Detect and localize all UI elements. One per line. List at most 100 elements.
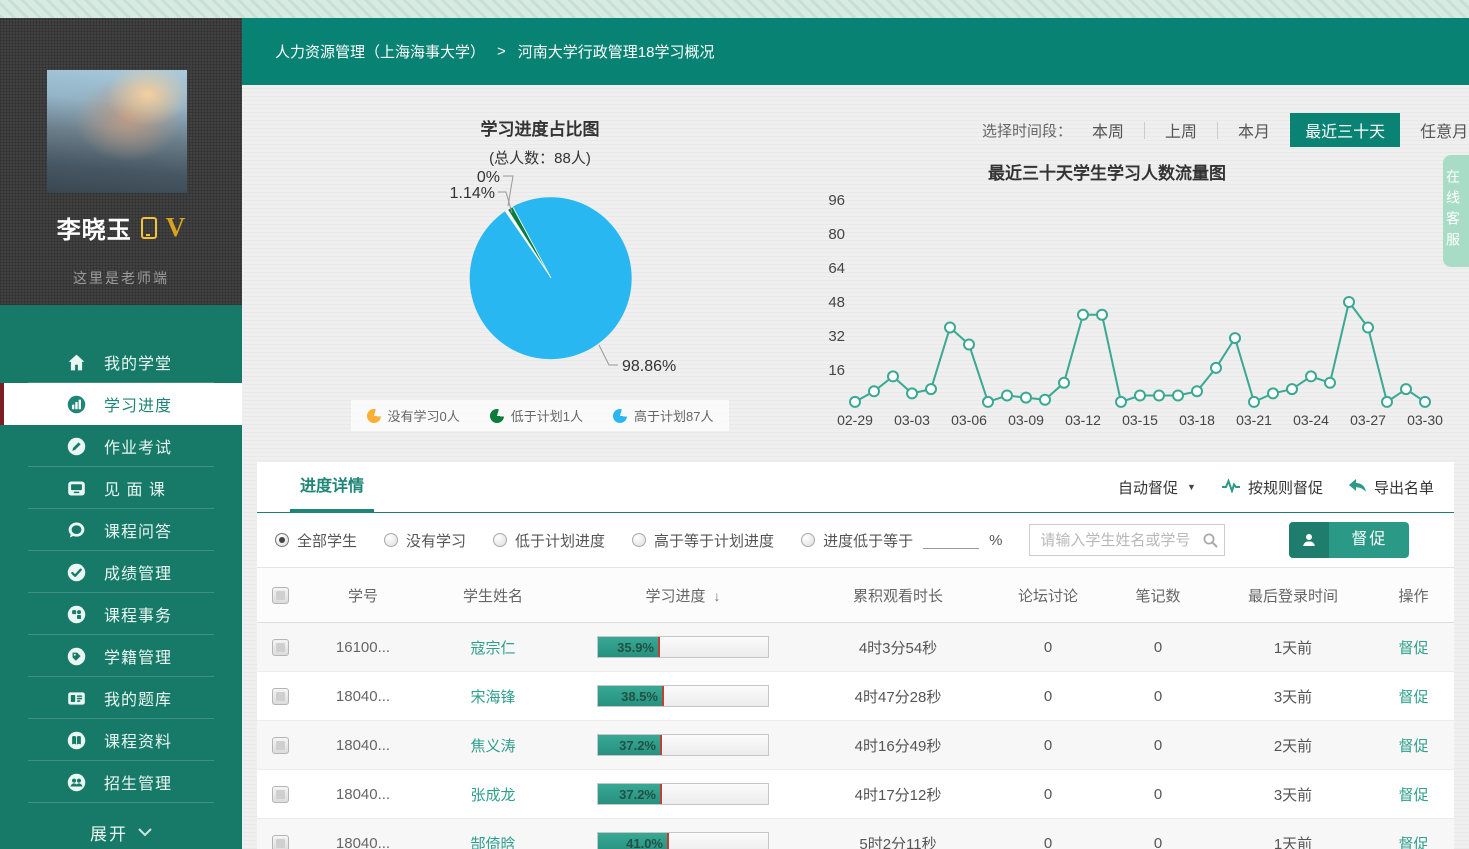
pie-legend-item[interactable]: 没有学习0人 bbox=[367, 406, 460, 425]
table-body: 16100...寇宗仁35.9%4时3分54秒001天前督促18040...宋海… bbox=[257, 623, 1454, 849]
column-header[interactable]: 学习进度↓ bbox=[563, 585, 803, 606]
export-arrow-icon bbox=[1348, 478, 1367, 497]
pie-legend: 没有学习0人 低于计划1人 高于计划87人 bbox=[290, 400, 790, 431]
sidebar-item-chat[interactable]: 课程问答 bbox=[0, 509, 242, 551]
column-header[interactable]: 论坛讨论 bbox=[993, 585, 1103, 606]
row-checkbox[interactable] bbox=[272, 786, 289, 803]
urge-link[interactable]: 督促 bbox=[1398, 836, 1428, 849]
radio-icon bbox=[632, 533, 646, 547]
filter-label: 进度低于等于 bbox=[823, 530, 913, 551]
people-icon bbox=[66, 772, 87, 793]
sidebar-item-check[interactable]: 成绩管理 bbox=[0, 551, 242, 593]
online-service-tab[interactable]: 在线客服 bbox=[1443, 155, 1469, 267]
urge-by-rule-button[interactable]: 按规则督促 bbox=[1221, 477, 1323, 498]
tag-icon bbox=[66, 646, 87, 667]
row-checkbox[interactable] bbox=[272, 639, 289, 656]
progress-bar: 41.0% bbox=[597, 832, 769, 849]
table-row: 18040...焦义涛37.2%4时16分49秒002天前督促 bbox=[257, 721, 1454, 770]
pie-legend-item[interactable]: 低于计划1人 bbox=[490, 406, 583, 425]
caret-down-icon: ▼ bbox=[1187, 482, 1196, 492]
pie-legend-item[interactable]: 高于计划87人 bbox=[613, 406, 713, 425]
breadcrumb-course[interactable]: 人力资源管理（上海海事大学） bbox=[275, 41, 485, 62]
radio-icon bbox=[801, 533, 815, 547]
modules-icon bbox=[66, 604, 87, 625]
student-name-link[interactable]: 郜倚晗 bbox=[470, 836, 515, 849]
separator bbox=[1217, 122, 1218, 139]
tab-progress-detail[interactable]: 进度详情 bbox=[300, 462, 364, 512]
search-input[interactable] bbox=[1029, 524, 1225, 556]
sort-desc-icon[interactable]: ↓ bbox=[714, 588, 721, 604]
time-option[interactable]: 上周 bbox=[1155, 114, 1207, 146]
svg-text:96: 96 bbox=[828, 192, 845, 209]
urge-link[interactable]: 督促 bbox=[1398, 738, 1428, 755]
filter-row: 全部学生 没有学习 低于计划进度 高于等于计划进度 进度低于等于% 督促 bbox=[257, 513, 1454, 568]
export-list-button[interactable]: 导出名单 bbox=[1348, 477, 1434, 498]
column-header[interactable]: 累积观看时长 bbox=[803, 585, 993, 606]
tab-row: 进度详情 自动督促 ▼ 按规则督促 导出名单 bbox=[257, 462, 1454, 513]
time-option[interactable]: 本月 bbox=[1228, 114, 1280, 146]
sidebar-item-screen[interactable]: 见 面 课 bbox=[0, 467, 242, 509]
column-header[interactable]: 学号 bbox=[303, 585, 423, 606]
sidebar-item-people[interactable]: 招生管理 bbox=[0, 761, 242, 803]
urge-link[interactable]: 督促 bbox=[1398, 787, 1428, 804]
sidebar-item-label: 学籍管理 bbox=[104, 644, 172, 668]
urge-button[interactable]: 督促 bbox=[1289, 522, 1409, 558]
row-checkbox[interactable] bbox=[272, 688, 289, 705]
sidebar-item-label: 见 面 课 bbox=[104, 476, 166, 500]
student-id: 18040... bbox=[303, 835, 423, 849]
filter-option[interactable]: 全部学生 bbox=[275, 530, 357, 551]
sidebar-expand-button[interactable]: 展开 bbox=[0, 813, 242, 849]
sidebar-item-card[interactable]: 我的题库 bbox=[0, 677, 242, 719]
svg-text:03-09: 03-09 bbox=[1008, 412, 1044, 428]
radio-icon bbox=[275, 533, 289, 547]
last-login: 1天前 bbox=[1213, 833, 1373, 849]
export-list-label: 导出名单 bbox=[1374, 477, 1434, 498]
sidebar-item-home[interactable]: 我的学堂 bbox=[0, 341, 242, 383]
filter-option[interactable]: 高于等于计划进度 bbox=[632, 530, 774, 551]
svg-text:02-29: 02-29 bbox=[837, 412, 873, 428]
filter-option[interactable]: 低于计划进度 bbox=[493, 530, 605, 551]
student-name-link[interactable]: 张成龙 bbox=[470, 787, 515, 804]
profile-subtitle: 这里是老师端 bbox=[0, 268, 242, 288]
sidebar-item-pencil[interactable]: 作业考试 bbox=[0, 425, 242, 467]
row-checkbox[interactable] bbox=[272, 737, 289, 754]
column-header[interactable]: 最后登录时间 bbox=[1213, 585, 1373, 606]
filter-option[interactable]: 没有学习 bbox=[384, 530, 466, 551]
user-name: 李晓玉 bbox=[57, 210, 132, 245]
main-content: 学习进度占比图 (总人数：88人) 0%1.14%98.86% 没有学习0人低于… bbox=[242, 85, 1469, 849]
svg-text:98.86%: 98.86% bbox=[622, 358, 676, 375]
filter-option[interactable]: 进度低于等于% bbox=[801, 530, 1002, 551]
progress-detail-panel: 进度详情 自动督促 ▼ 按规则督促 导出名单 bbox=[257, 462, 1454, 849]
profile-card: 李晓玉 V 这里是老师端 bbox=[0, 18, 242, 305]
student-name-link[interactable]: 宋海锋 bbox=[470, 689, 515, 706]
time-option[interactable]: 本周 bbox=[1082, 114, 1134, 146]
progress-bar: 37.2% bbox=[597, 783, 769, 805]
decor-strip bbox=[0, 0, 1469, 18]
sidebar-item-bar-chart[interactable]: 学习进度 bbox=[0, 383, 242, 425]
auto-urge-dropdown[interactable]: 自动督促 ▼ bbox=[1118, 477, 1196, 498]
sidebar-item-book[interactable]: 课程资料 bbox=[0, 719, 242, 761]
row-checkbox[interactable] bbox=[272, 835, 289, 849]
urge-link[interactable]: 督促 bbox=[1398, 640, 1428, 657]
percent-input[interactable] bbox=[923, 532, 979, 549]
column-header[interactable]: 笔记数 bbox=[1103, 585, 1213, 606]
column-header[interactable]: 操作 bbox=[1373, 585, 1454, 606]
student-name-link[interactable]: 寇宗仁 bbox=[470, 640, 515, 657]
search-box bbox=[1029, 524, 1225, 556]
sidebar-item-modules[interactable]: 课程事务 bbox=[0, 593, 242, 635]
column-header[interactable]: 学生姓名 bbox=[423, 585, 563, 606]
flow-chart-title: 最近三十天学生学习人数流量图 bbox=[988, 159, 1226, 184]
time-range-label: 选择时间段： bbox=[982, 120, 1072, 141]
time-option[interactable]: 任意月 bbox=[1410, 114, 1469, 146]
time-option[interactable]: 最近三十天 bbox=[1290, 113, 1400, 147]
select-all-checkbox[interactable] bbox=[272, 587, 289, 604]
check-icon bbox=[66, 562, 87, 583]
urge-link[interactable]: 督促 bbox=[1398, 689, 1428, 706]
student-name-link[interactable]: 焦义涛 bbox=[470, 738, 515, 755]
forum-count: 0 bbox=[993, 688, 1103, 705]
sidebar-item-tag[interactable]: 学籍管理 bbox=[0, 635, 242, 677]
time-range-selector: 选择时间段： 本周上周本月最近三十天任意月 bbox=[982, 113, 1469, 147]
bar-chart-icon bbox=[66, 394, 87, 415]
svg-text:03-24: 03-24 bbox=[1293, 412, 1329, 428]
forum-count: 0 bbox=[993, 737, 1103, 754]
